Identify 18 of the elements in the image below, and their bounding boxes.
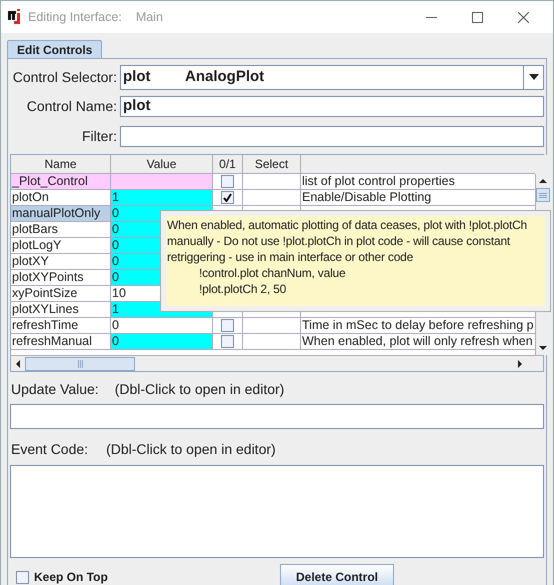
tooltip-text: manually - Do not use !plot.plotCh in plot code - will cause constant (167, 233, 512, 249)
tooltip-text: When enabled, automatic plotting of data ceases, plot with !plot.plotCh (167, 217, 528, 233)
hint-text: (Dbl-Click to open in editor) (114, 380, 284, 399)
tooltip-text: retriggering - use in main interface or other code (167, 249, 414, 265)
window-subtitle: Main (136, 8, 163, 26)
field-label: Control Name: (26, 96, 118, 116)
field-label: Event Code: (11, 440, 88, 458)
code-example: !control.plot chanNum, value (198, 265, 346, 281)
description-cell: list of plot control properties (302, 174, 455, 188)
description-cell: When enabled, plot will only refresh when (302, 334, 533, 348)
code-example: !plot.plotCh 2, 50 (198, 281, 288, 297)
field-label: Control Selector: (12, 68, 118, 86)
field-label: Filter: (81, 126, 118, 146)
hint-text: (Dbl-Click to open in editor) (106, 440, 276, 459)
field-label: Update Value: (11, 380, 99, 399)
window-title: Editing Interface: (28, 8, 122, 26)
description-cell: Time in mSec to delay before refreshing p (302, 318, 534, 332)
description-cell: Enable/Disable Plotting (302, 190, 432, 204)
